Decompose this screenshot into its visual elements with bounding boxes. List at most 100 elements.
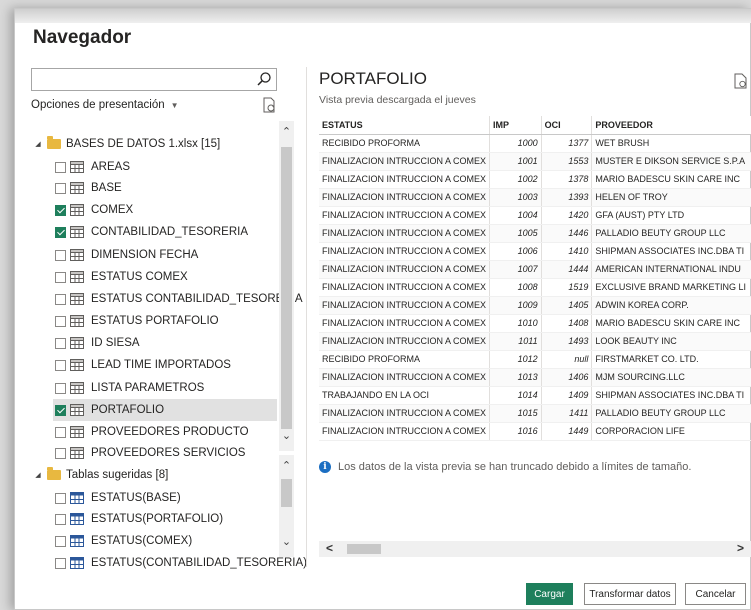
tree-item[interactable]: ID SIESA <box>53 332 140 354</box>
checkbox[interactable] <box>55 359 66 371</box>
table-cell: 1004 <box>489 206 542 225</box>
table-cell: 1003 <box>489 188 542 207</box>
column-header[interactable]: PROVEEDOR <box>591 116 751 135</box>
checkbox[interactable] <box>55 447 66 459</box>
tree-scrollbar-bottom[interactable]: ⌃ ⌄ <box>279 455 294 557</box>
checkbox[interactable] <box>55 337 66 349</box>
checkbox[interactable] <box>55 513 66 525</box>
tree-group[interactable]: ◢ Tablas sugeridas [8] <box>33 464 168 486</box>
tree-scrollbar-top[interactable]: ⌃ ⌄ <box>279 121 294 451</box>
column-header[interactable]: IMP <box>489 116 542 135</box>
scroll-right-icon[interactable]: > <box>737 541 744 555</box>
table-cell: 1014 <box>489 386 542 405</box>
checkbox[interactable] <box>55 382 66 394</box>
checkbox[interactable] <box>55 293 66 305</box>
search-box[interactable] <box>31 68 277 91</box>
pane-divider[interactable] <box>306 67 307 567</box>
table-cell: 1013 <box>489 368 542 387</box>
scroll-up-icon[interactable]: ⌃ <box>279 459 294 472</box>
tree-item[interactable]: ESTATUS CONTABILIDAD_TESORERIA <box>53 288 303 310</box>
sheet-icon <box>70 315 84 327</box>
sheet-icon <box>70 226 84 238</box>
checkbox[interactable] <box>55 249 66 261</box>
search-input[interactable] <box>34 70 254 89</box>
tree-item[interactable]: ESTATUS(CONTABILIDAD_TESORERIA) <box>53 552 307 574</box>
checkbox[interactable] <box>55 226 66 238</box>
search-icon[interactable] <box>256 71 272 87</box>
tree-item[interactable]: LEAD TIME IMPORTADOS <box>53 354 231 376</box>
table-header: ESTATUS IMP OCI PROVEEDOR <box>319 116 751 135</box>
tree-item[interactable]: PORTAFOLIO <box>53 399 277 421</box>
table-icon <box>70 492 84 504</box>
checkbox[interactable] <box>55 315 66 327</box>
table-icon <box>70 535 84 547</box>
tree-item[interactable]: PROVEEDORES PRODUCTO <box>53 421 249 443</box>
checkbox[interactable] <box>55 557 66 569</box>
expand-triangle-icon[interactable]: ◢ <box>33 140 43 148</box>
preview-horizontal-scrollbar[interactable]: < > <box>319 541 751 557</box>
tree-item[interactable]: ESTATUS(PORTAFOLIO) <box>53 508 223 530</box>
tree-item-label: DIMENSION FECHA <box>91 249 199 261</box>
scroll-up-icon[interactable]: ⌃ <box>279 125 294 138</box>
sheet-icon <box>70 249 84 261</box>
table-cell: SHIPMAN ASSOCIATES INC.DBA TI <box>591 242 751 261</box>
tree-item[interactable]: ESTATUS(BASE) <box>53 487 181 509</box>
table-cell: 1010 <box>489 314 542 333</box>
scroll-thumb[interactable] <box>347 544 381 554</box>
dialog-title: Navegador <box>33 27 132 48</box>
checkbox[interactable] <box>55 204 66 216</box>
column-header[interactable]: OCI <box>541 116 593 135</box>
checkbox[interactable] <box>55 404 66 416</box>
navigator-dialog: Navegador Opciones de presentación ▼ ◢ BAS… <box>14 8 751 610</box>
display-options-dropdown[interactable]: Opciones de presentación ▼ <box>31 99 179 111</box>
column-header[interactable]: ESTATUS <box>319 116 491 135</box>
checkbox[interactable] <box>55 426 66 438</box>
table-cell: 1420 <box>541 206 593 225</box>
tree-item[interactable]: AREAS <box>53 156 130 178</box>
refresh-document-icon[interactable] <box>261 97 277 113</box>
table-cell: FINALIZACION INTRUCCION A COMEX <box>319 242 491 261</box>
checkbox[interactable] <box>55 492 66 504</box>
cancel-button[interactable]: Cancelar <box>685 583 746 605</box>
scroll-thumb[interactable] <box>281 479 292 507</box>
sheet-icon <box>70 293 84 305</box>
table-row: FINALIZACION INTRUCCION A COMEX 1011 1493 L… <box>319 332 751 351</box>
scroll-left-icon[interactable]: < <box>326 541 333 555</box>
tree-item[interactable]: PROVEEDORES SERVICIOS <box>53 442 245 464</box>
checkbox[interactable] <box>55 161 66 173</box>
window-top-strip <box>15 9 751 23</box>
tree-item[interactable]: BASE <box>53 177 122 199</box>
load-button[interactable]: Cargar <box>526 583 573 605</box>
table-row: FINALIZACION INTRUCCION A COMEX 1001 1553 M… <box>319 152 751 171</box>
table-cell: 1009 <box>489 296 542 315</box>
sheet-icon <box>70 404 84 416</box>
checkbox[interactable] <box>55 182 66 194</box>
tree-item[interactable]: ESTATUS(COMEX) <box>53 530 192 552</box>
scroll-thumb[interactable] <box>281 147 292 429</box>
table-cell: FINALIZACION INTRUCCION A COMEX <box>319 404 491 423</box>
tree-item[interactable]: COMEX <box>53 199 133 221</box>
table-cell: 1015 <box>489 404 542 423</box>
tree-item-label: CONTABILIDAD_TESORERIA <box>91 226 248 238</box>
tree-item[interactable]: LISTA PARAMETROS <box>53 377 204 399</box>
table-cell: PALLADIO BEUTY GROUP LLC <box>591 404 751 423</box>
transform-data-button[interactable]: Transformar datos <box>584 583 676 605</box>
table-cell: 1377 <box>541 134 593 153</box>
tree-item[interactable]: DIMENSION FECHA <box>53 244 198 266</box>
table-cell: HELEN OF TROY <box>591 188 751 207</box>
table-cell: 1411 <box>541 404 593 423</box>
tree-item[interactable]: CONTABILIDAD_TESORERIA <box>53 221 248 243</box>
tree-group[interactable]: ◢ BASES DE DATOS 1.xlsx [15] <box>33 133 220 155</box>
refresh-preview-icon[interactable] <box>734 73 748 89</box>
scroll-down-icon[interactable]: ⌄ <box>279 535 294 548</box>
tree-item[interactable]: ESTATUS PORTAFOLIO <box>53 310 219 332</box>
table-cell: 1008 <box>489 278 542 297</box>
table-cell: PALLADIO BEUTY GROUP LLC <box>591 224 751 243</box>
checkbox[interactable] <box>55 271 66 283</box>
tree-item[interactable]: ESTATUS COMEX <box>53 266 188 288</box>
checkbox[interactable] <box>55 535 66 547</box>
table-row: FINALIZACION INTRUCCION A COMEX 1008 1519 E… <box>319 278 751 297</box>
expand-triangle-icon[interactable]: ◢ <box>33 471 43 479</box>
tree-group-label: Tablas sugeridas [8] <box>66 469 169 481</box>
scroll-down-icon[interactable]: ⌄ <box>279 429 294 442</box>
